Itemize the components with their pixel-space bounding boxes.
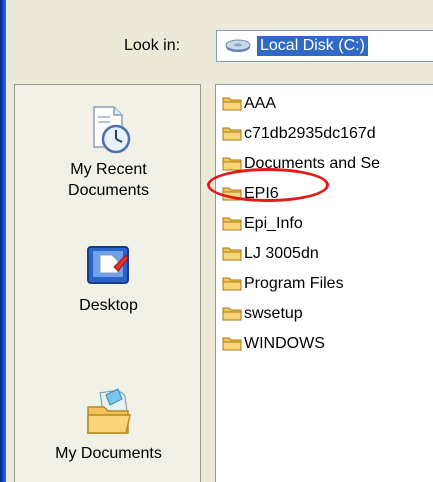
folder-name: Program Files [244,275,344,292]
folder-icon [222,127,242,141]
folder-name: Epi_Info [244,215,303,232]
place-label: My Documents [55,445,162,462]
recent-documents-icon [92,106,130,154]
folder-item[interactable]: EPI6 [222,183,279,205]
folder-icon [222,337,242,351]
look-in-dropdown[interactable]: Local Disk (C:) [216,30,433,62]
place-label: Desktop [79,297,138,314]
place-my-documents[interactable]: My Documents [15,385,202,464]
folder-item[interactable]: swsetup [222,303,303,325]
file-list: AAA c71db2935dc167d Documents and Se EPI… [215,84,433,482]
folder-item[interactable]: LJ 3005dn [222,243,319,265]
folder-name: Documents and Se [244,155,381,172]
folder-icon [222,277,242,291]
place-my-recent-documents[interactable]: My Recent Documents [15,103,202,201]
folder-name: swsetup [244,305,303,322]
my-documents-icon [86,388,131,434]
folder-name: AAA [244,95,277,112]
folder-item[interactable]: Program Files [222,273,344,295]
folder-icon [222,157,242,171]
folder-item[interactable]: Documents and Se [222,153,380,175]
folder-name: c71db2935dc167d [244,125,376,142]
place-label: Documents [68,182,149,199]
folder-item[interactable]: AAA [222,93,276,115]
folder-icon [222,97,242,111]
folder-icon [222,307,242,321]
open-file-dialog: Look in: Local Disk (C:) My Recent Docum… [0,0,433,482]
place-desktop[interactable]: Desktop [15,241,202,316]
look-in-value: Local Disk (C:) [256,35,369,57]
folder-icon [222,217,242,231]
window-frame-edge [0,0,6,482]
look-in-label: Look in: [124,37,181,54]
folder-name: LJ 3005dn [244,245,319,262]
folder-name: WINDOWS [244,335,325,352]
desktop-icon [86,246,129,284]
folder-item[interactable]: WINDOWS [222,333,325,355]
folder-item[interactable]: c71db2935dc167d [222,123,376,145]
folder-icon [222,187,242,201]
folder-name: EPI6 [244,185,279,202]
places-bar: My Recent Documents Desktop My Documents [14,84,201,482]
drive-icon [225,39,251,52]
place-label: My Recent [70,161,147,178]
folder-item[interactable]: Epi_Info [222,213,303,235]
folder-icon [222,247,242,261]
